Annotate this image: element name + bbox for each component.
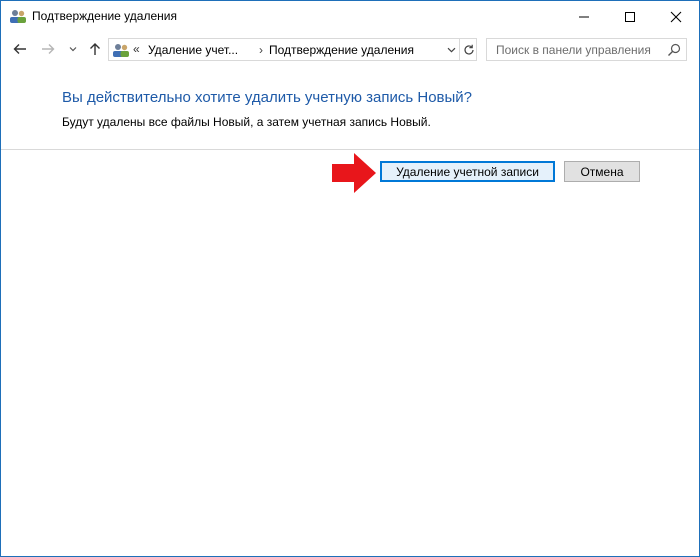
arrow-up-icon [90, 43, 100, 55]
chevron-down-icon [69, 47, 77, 52]
breadcrumb-overflow[interactable]: « [133, 42, 140, 56]
breadcrumb-item-confirm-delete: › Подтверждение удаления [259, 43, 414, 57]
address-bar[interactable]: « Удаление учет... › Подтверждение удален… [108, 38, 477, 61]
address-dropdown-button[interactable] [443, 39, 459, 60]
minimize-icon [579, 16, 589, 17]
navigation-bar: « Удаление учет... › Подтверждение удален… [1, 32, 699, 66]
red-arrow-icon [332, 153, 376, 193]
close-button[interactable] [653, 1, 699, 32]
users-icon [113, 44, 129, 57]
cancel-button[interactable]: Отмена [564, 161, 640, 182]
breadcrumb-current[interactable]: Подтверждение удаления [269, 43, 414, 57]
forward-button[interactable] [37, 38, 59, 60]
close-icon [670, 11, 682, 22]
refresh-icon [463, 44, 474, 55]
divider [1, 149, 699, 150]
confirmation-description: Будут удалены все файлы Новый, а затем у… [62, 115, 431, 129]
up-button[interactable] [85, 38, 105, 60]
window-title: Подтверждение удаления [32, 9, 177, 23]
back-button[interactable] [9, 38, 31, 60]
delete-account-button[interactable]: Удаление учетной записи [380, 161, 555, 182]
maximize-button[interactable] [607, 1, 653, 32]
search-placeholder: Поиск в панели управления [496, 43, 651, 57]
maximize-icon [625, 11, 635, 22]
users-icon [10, 10, 26, 23]
search-icon [668, 43, 681, 56]
chevron-down-icon [447, 47, 455, 53]
refresh-button[interactable] [459, 39, 477, 60]
minimize-button[interactable] [561, 1, 607, 32]
confirmation-heading: Вы действительно хотите удалить учетную … [62, 89, 473, 106]
title-bar: Подтверждение удаления [1, 1, 699, 32]
arrow-right-icon [42, 44, 55, 54]
breadcrumb-item-delete-account[interactable]: Удаление учет... [148, 43, 238, 57]
arrow-left-icon [13, 44, 26, 54]
recent-locations-button[interactable] [65, 38, 81, 60]
breadcrumb-separator[interactable]: › [259, 43, 263, 57]
control-panel-window: Подтверждение удаления « Удаление учет..… [0, 0, 700, 557]
search-input[interactable]: Поиск в панели управления [486, 38, 687, 61]
